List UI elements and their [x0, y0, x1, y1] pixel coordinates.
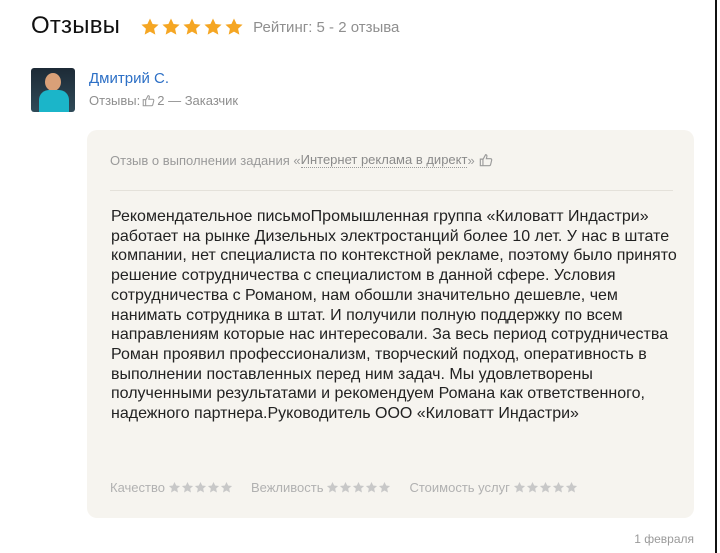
task-suffix: » — [467, 152, 475, 168]
criterion-stars — [326, 481, 391, 494]
page-title: Отзывы — [31, 12, 121, 39]
star-icon — [207, 481, 220, 493]
criteria-ratings: Качество Вежливость Стоимость услуг — [110, 480, 596, 495]
star-icon — [340, 481, 352, 493]
divider — [110, 190, 673, 191]
criterion-quality: Качество — [110, 480, 233, 495]
star-icon — [220, 481, 233, 493]
reviewer-block: Дмитрий С. Отзывы: 2 — Заказчик — [31, 68, 238, 112]
star-icon — [204, 18, 222, 35]
thumbs-up-icon — [142, 95, 155, 107]
star-icon — [162, 18, 180, 35]
star-icon — [379, 481, 391, 493]
star-icon — [353, 481, 365, 493]
star-icon — [183, 18, 201, 35]
star-icon — [366, 481, 378, 493]
thumbs-up-icon — [479, 154, 492, 167]
star-icon — [565, 481, 577, 493]
reviewer-name-link[interactable]: Дмитрий С. — [89, 70, 238, 87]
star-icon — [168, 481, 181, 493]
star-icon — [181, 481, 194, 493]
star-icon — [526, 481, 538, 493]
criterion-stars — [513, 481, 578, 494]
reviews-label: Отзывы: — [89, 93, 141, 108]
rating-summary: Рейтинг: 5 - 2 отзыва — [253, 18, 400, 36]
reviews-header: Отзывы Рейтинг: 5 - 2 отзыва — [31, 12, 399, 40]
review-text: Рекомендательное письмоПромышленная груп… — [111, 208, 677, 423]
task-prefix: Отзыв о выполнении задания « — [110, 152, 301, 168]
reviews-count: 2 — Заказчик — [157, 93, 239, 108]
rating-stars — [140, 17, 245, 37]
task-link[interactable]: Интернет реклама в директ — [300, 152, 468, 168]
star-icon — [513, 481, 525, 493]
review-card: Отзыв о выполнении задания « Интернет ре… — [87, 130, 694, 518]
star-icon — [327, 481, 339, 493]
criterion-price: Стоимость услуг — [409, 480, 577, 495]
star-icon — [225, 18, 243, 35]
criterion-politeness: Вежливость — [251, 480, 392, 495]
star-icon — [552, 481, 564, 493]
avatar[interactable] — [31, 68, 75, 112]
criterion-label: Качество — [110, 480, 165, 495]
criterion-label: Вежливость — [250, 480, 324, 495]
star-icon — [141, 18, 159, 35]
task-line: Отзыв о выполнении задания « Интернет ре… — [110, 152, 493, 168]
criterion-label: Стоимость услуг — [409, 480, 510, 495]
criterion-stars — [168, 481, 233, 494]
star-icon — [539, 481, 551, 493]
reviewer-meta: Отзывы: 2 — Заказчик — [89, 93, 238, 108]
star-icon — [194, 481, 207, 493]
review-date: 1 февраля — [634, 532, 694, 546]
